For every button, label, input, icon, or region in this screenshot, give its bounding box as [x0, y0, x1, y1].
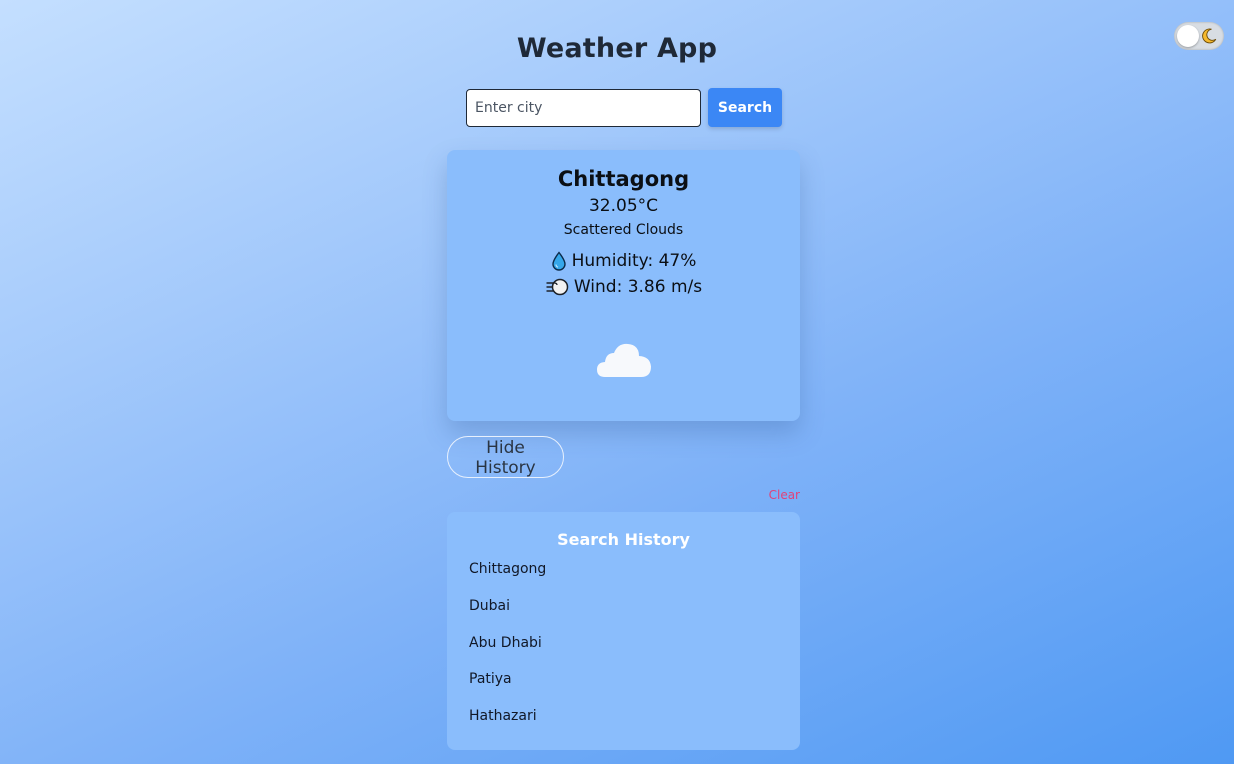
- clear-history-link[interactable]: Clear: [740, 488, 800, 502]
- page-title: Weather App: [516, 33, 718, 64]
- humidity-row: Humidity: 47%: [447, 251, 800, 271]
- history-item[interactable]: Abu Dhabi: [469, 635, 546, 672]
- hide-history-button[interactable]: Hide History: [447, 436, 564, 478]
- history-list: Chittagong Dubai Abu Dhabi Patiya Hathaz…: [469, 561, 546, 745]
- search-button[interactable]: Search: [708, 88, 782, 127]
- history-item[interactable]: Dubai: [469, 598, 546, 635]
- weather-card: Chittagong 32.05°C Scattered Clouds Humi…: [447, 150, 800, 421]
- wind-row: Wind: 3.86 m/s: [447, 277, 800, 297]
- temperature: 32.05°C: [588, 196, 659, 216]
- wind-icon: [546, 278, 569, 296]
- weather-description: Scattered Clouds: [563, 222, 684, 238]
- droplet-icon: [551, 251, 566, 271]
- history-item[interactable]: Chittagong: [469, 561, 546, 598]
- humidity-label: Humidity: 47%: [571, 251, 697, 271]
- city-name: Chittagong: [557, 167, 690, 191]
- cloud-icon: [597, 343, 651, 377]
- city-search-input[interactable]: [466, 89, 701, 127]
- history-title: Search History: [557, 530, 690, 549]
- search-history-panel: Search History Chittagong Dubai Abu Dhab…: [447, 512, 800, 750]
- history-item[interactable]: Hathazari: [469, 708, 546, 745]
- history-item[interactable]: Patiya: [469, 671, 546, 708]
- wind-label: Wind: 3.86 m/s: [573, 277, 703, 297]
